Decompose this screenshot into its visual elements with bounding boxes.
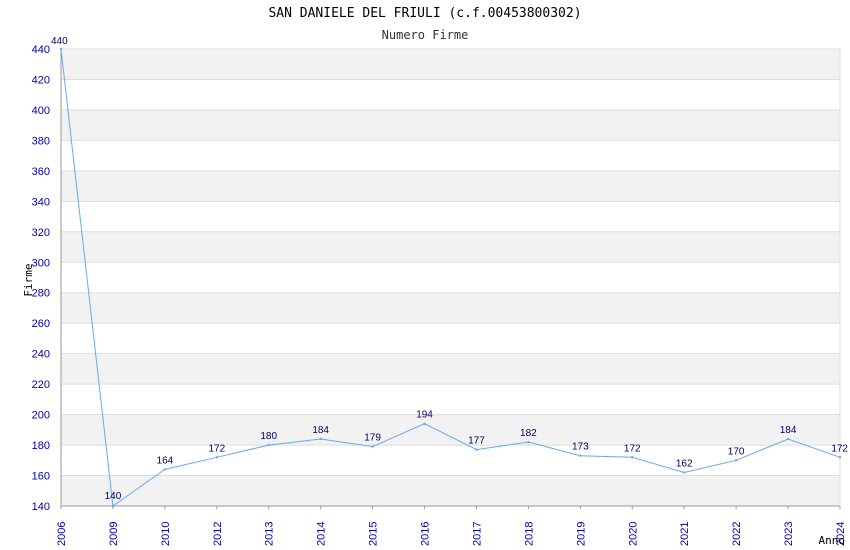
grid-band — [61, 231, 840, 263]
x-tick-label: 2018 — [523, 522, 535, 546]
grid-band — [61, 353, 840, 385]
y-tick-label: 240 — [32, 349, 50, 361]
data-point — [59, 47, 63, 51]
x-tick-label: 2012 — [212, 522, 224, 546]
data-label: 172 — [831, 443, 848, 454]
y-tick-label: 200 — [32, 410, 50, 422]
y-tick-label: 180 — [32, 440, 50, 452]
x-tick-label: 2014 — [316, 522, 328, 546]
data-point — [683, 471, 686, 474]
data-point — [786, 437, 790, 441]
data-point — [163, 468, 167, 471]
x-tick-label: 2021 — [679, 522, 691, 546]
grid-band — [61, 414, 840, 446]
data-label: 164 — [157, 455, 174, 466]
grid-bands — [61, 49, 840, 506]
data-point — [267, 443, 270, 447]
x-tick-label: 2020 — [627, 522, 639, 546]
data-point — [838, 456, 842, 459]
y-tick-label: 260 — [32, 318, 50, 330]
y-tick-label: 340 — [32, 196, 50, 208]
data-label: 170 — [728, 446, 745, 457]
x-tick-label: 2013 — [264, 522, 276, 546]
y-tick-label: 160 — [32, 471, 50, 483]
grid-band — [61, 49, 840, 80]
data-label: 172 — [208, 443, 225, 454]
grid-band — [61, 170, 840, 202]
y-tick-label: 420 — [32, 74, 50, 86]
data-label: 194 — [416, 410, 433, 421]
y-tick-label: 140 — [32, 501, 50, 513]
line-chart: 1401601802002202402602803003203403603804… — [22, 36, 848, 547]
x-tick-label: 2009 — [108, 522, 120, 546]
x-tick-label: 2016 — [420, 522, 432, 546]
grid-band — [61, 475, 840, 506]
x-tick-label: 2022 — [731, 522, 743, 546]
data-label: 140 — [105, 491, 122, 502]
data-label: 184 — [780, 425, 797, 436]
grid-band — [61, 109, 840, 141]
y-tick-label: 400 — [32, 105, 50, 117]
data-label: 172 — [624, 443, 641, 454]
data-label: 177 — [468, 436, 485, 447]
data-point — [111, 504, 115, 508]
grid-band — [61, 292, 840, 324]
data-label: 182 — [520, 428, 537, 439]
data-label: 180 — [260, 431, 277, 442]
data-point — [475, 448, 478, 451]
data-label: 173 — [572, 442, 589, 453]
y-axis-title: Firme — [22, 263, 35, 296]
x-tick-label: 2017 — [471, 522, 483, 546]
data-point — [215, 456, 218, 459]
data-point — [319, 437, 322, 441]
data-point — [734, 459, 738, 462]
y-tick-label: 220 — [32, 379, 50, 391]
y-tick-label: 320 — [32, 227, 50, 239]
data-label: 162 — [676, 458, 693, 469]
data-point — [579, 454, 582, 457]
data-point — [371, 445, 374, 448]
y-tick-label: 360 — [32, 166, 50, 178]
data-point — [631, 456, 634, 459]
data-label: 179 — [364, 433, 381, 444]
x-axis-title: Anno — [819, 534, 846, 547]
data-label: 440 — [51, 36, 68, 47]
x-tick-labels: 2006 2009 2010 2012 2013 2014 2015 2016 2017 2018… — [56, 522, 847, 546]
x-tick-label: 2023 — [783, 522, 795, 546]
x-tick-label: 2019 — [575, 522, 587, 546]
data-label: 184 — [312, 425, 329, 436]
y-tick-label: 380 — [32, 135, 50, 147]
x-tick-label: 2006 — [56, 522, 68, 546]
data-point — [527, 440, 530, 444]
data-point — [423, 422, 426, 425]
y-tick-label: 440 — [32, 44, 50, 56]
x-tick-label: 2015 — [368, 522, 380, 546]
x-tick-label: 2010 — [160, 522, 172, 546]
